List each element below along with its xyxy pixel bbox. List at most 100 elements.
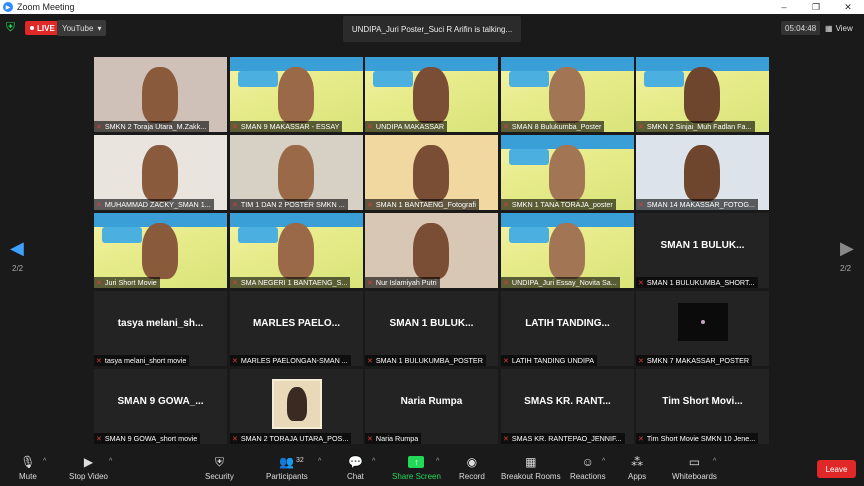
participant-name: SMKN 2 Sinjai_Muh Fadlan Fa... [646, 122, 752, 131]
participant-tile[interactable]: ✕ SMKN 2 Sinjai_Muh Fadlan Fa... [636, 57, 769, 132]
whiteboards-button[interactable]: ▭ Whiteboards [672, 454, 717, 481]
participant-figure [142, 145, 178, 201]
close-button[interactable]: ✕ [832, 0, 864, 14]
minimize-button[interactable]: – [768, 0, 800, 14]
mic-muted-icon: ✕ [96, 123, 102, 131]
participant-tile[interactable]: SMAS KR. RANT... ✕ SMAS KR. RANTEPAO_JENNI… [501, 369, 634, 444]
participant-tile[interactable]: ✕ TIM 1 DAN 2 POSTER SMKN ... [230, 135, 363, 210]
participant-tile[interactable]: SMAN 1 BULUK... ✕ SMAN 1 BULUKUMBA_POSTER [365, 291, 498, 366]
apps-button[interactable]: ⁂ Apps [628, 454, 646, 481]
whiteboards-options-caret-icon[interactable]: ^ [713, 458, 716, 465]
previous-page-arrow-icon[interactable]: ◀ [10, 238, 24, 259]
record-icon: ◉ [466, 455, 478, 469]
maximize-button[interactable]: ❐ [800, 0, 832, 14]
participant-tile[interactable]: ✕ SMKN 2 Toraja Utara_M.Zakk... [94, 57, 227, 132]
share-options-caret-icon[interactable]: ^ [436, 458, 439, 465]
participant-name: SMAN 1 BULUKUMBA_SHORT... [646, 278, 755, 287]
window-controls: – ❐ ✕ [768, 0, 864, 14]
reactions-options-caret-icon[interactable]: ^ [602, 458, 605, 465]
participant-label: ✕ SMKN 7 MAKASSAR_POSTER [636, 355, 753, 366]
participant-tile[interactable]: ✕ Nur Islamiyah Putri [365, 213, 498, 288]
participant-tile[interactable]: ✕ UNDIPA_Juri Essay_Novita Sa... [501, 213, 634, 288]
participant-label: ✕ SMAN 9 GOWA_short movie [94, 433, 201, 444]
participant-tile[interactable]: ✕ MUHAMMAD ZACKY_SMAN 1... [94, 135, 227, 210]
participant-name: Nur Islamiyah Putri [375, 278, 437, 287]
window-titlebar: ▶ Zoom Meeting – ❐ ✕ [0, 0, 864, 14]
participant-tile[interactable]: ✕ SMA NEGERI 1 BANTAENG_S... [230, 213, 363, 288]
participant-name: UNDIPA MAKASSAR [375, 122, 445, 131]
active-speaker-text: UNDIPA_Juri Poster_Suci R Arifin is talk… [351, 24, 513, 34]
participant-figure [278, 145, 314, 201]
chat-button[interactable]: 💬 Chat [347, 454, 364, 481]
participant-tile[interactable]: ✕ UNDIPA MAKASSAR [365, 57, 498, 132]
participant-name: SMAN 9 MAKASSAR - ESSAY [240, 122, 340, 131]
video-options-caret-icon[interactable]: ^ [109, 458, 112, 465]
participant-tile[interactable]: ✕ SMKN 1 TANA TORAJA_poster [501, 135, 634, 210]
record-button[interactable]: ◉ Record [459, 454, 485, 481]
mic-muted-icon: ✕ [96, 357, 102, 365]
participant-tile[interactable]: SMAN 9 GOWA_... ✕ SMAN 9 GOWA_short movie [94, 369, 227, 444]
participant-label: ✕ SMKN 2 Toraja Utara_M.Zakk... [94, 121, 210, 132]
mic-muted-icon: ✕ [503, 201, 509, 209]
meeting-topbar: ⛨ LIVE YouTube ▾ UNDIPA_Juri Poster_Suci… [0, 14, 864, 42]
participant-label: ✕ SMAN 2 TORAJA UTARA_POS... [230, 433, 352, 444]
participant-label: ✕ LATIH TANDING UNDIPA [501, 355, 598, 366]
microphone-icon: 🎙 [20, 455, 36, 469]
live-badge[interactable]: LIVE [25, 21, 60, 35]
smiley-plus-icon: ☺ [581, 455, 594, 469]
participant-tile[interactable]: ✕ SMAN 2 TORAJA UTARA_POS... [230, 369, 363, 444]
stop-video-button[interactable]: ▶ Stop Video [69, 454, 108, 481]
leave-button[interactable]: Leave [817, 460, 856, 478]
chat-options-caret-icon[interactable]: ^ [372, 458, 375, 465]
participant-label: ✕ SMKN 1 TANA TORAJA_poster [501, 199, 616, 210]
stream-target-dropdown[interactable]: YouTube ▾ [57, 20, 107, 36]
security-button[interactable]: ⛨ Security [205, 454, 234, 482]
participant-tile[interactable]: SMAN 1 BULUK... ✕ SMAN 1 BULUKUMBA_SHORT..… [636, 213, 769, 288]
mic-muted-icon: ✕ [96, 435, 102, 443]
breakout-rooms-button[interactable]: ▦ Breakout Rooms [501, 454, 561, 481]
participant-figure [278, 67, 314, 123]
record-label: Record [459, 472, 485, 481]
participant-tile[interactable]: ✕ SMAN 8 Bulukumba_Poster [501, 57, 634, 132]
participant-tile[interactable]: ✕ SMAN 1 BANTAENG_Fotografi [365, 135, 498, 210]
active-speaker-banner: UNDIPA_Juri Poster_Suci R Arifin is talk… [343, 16, 521, 42]
participant-tile[interactable]: MARLES PAELO... ✕ MARLES PAELONGAN-SMAN ..… [230, 291, 363, 366]
participant-figure [413, 223, 449, 279]
mic-muted-icon: ✕ [367, 435, 373, 443]
participant-name-placeholder: MARLES PAELO... [252, 317, 341, 329]
audio-options-caret-icon[interactable]: ^ [43, 458, 46, 465]
participant-tile[interactable]: tasya melani_sh... ✕ tasya melani_short mo… [94, 291, 227, 366]
participant-name: tasya melani_short movie [104, 356, 187, 365]
participant-tile[interactable]: Tim Short Movi... ✕ Tim Short Movie SMKN 1… [636, 369, 769, 444]
participant-label: ✕ Juri Short Movie [94, 277, 160, 288]
share-screen-label: Share Screen [392, 472, 441, 481]
participant-tile[interactable]: LATIH TANDING... ✕ LATIH TANDING UNDIPA [501, 291, 634, 366]
view-button[interactable]: ▦ View [825, 21, 853, 35]
participant-figure [142, 67, 178, 123]
participant-tile[interactable]: ✕ SMKN 7 MAKASSAR_POSTER [636, 291, 769, 366]
meeting-toolbar: 🎙 Mute ^ ▶ Stop Video ^ ⛨ Security 👥 Par… [0, 450, 864, 486]
mic-muted-icon: ✕ [638, 123, 644, 131]
participant-tile[interactable]: ✕ SMAN 9 MAKASSAR - ESSAY [230, 57, 363, 132]
participant-name-placeholder: Tim Short Movi... [662, 395, 743, 407]
breakout-rooms-icon: ▦ [525, 455, 537, 469]
participant-label: ✕ TIM 1 DAN 2 POSTER SMKN ... [230, 199, 348, 210]
participant-label: ✕ SMAN 1 BULUKUMBA_POSTER [365, 355, 486, 366]
participant-label: ✕ Nur Islamiyah Putri [365, 277, 440, 288]
next-page-arrow-icon[interactable]: ▶ [840, 238, 854, 259]
share-screen-button[interactable]: ↑ Share Screen [392, 454, 441, 481]
share-screen-icon: ↑ [408, 456, 425, 468]
participant-figure [278, 223, 314, 279]
participant-tile[interactable]: ✕ SMAN 14 MAKASSAR_FOTOG... [636, 135, 769, 210]
encryption-shield-icon[interactable]: ⛨ [6, 21, 18, 34]
gallery-grid: ✕ SMKN 2 Toraja Utara_M.Zakk... ✕ SMAN 9 MA… [94, 57, 770, 444]
participant-name: TIM 1 DAN 2 POSTER SMKN ... [240, 200, 345, 209]
participant-tile[interactable]: ✕ Juri Short Movie [94, 213, 227, 288]
participants-options-caret-icon[interactable]: ^ [318, 458, 321, 465]
participant-tile[interactable]: Naria Rumpa ✕ Naria Rumpa [365, 369, 498, 444]
mute-button[interactable]: 🎙 Mute [19, 454, 37, 481]
poster-logo [238, 227, 278, 243]
reactions-button[interactable]: ☺ Reactions [570, 454, 606, 481]
participant-name: Tim Short Movie SMKN 10 Jene... [646, 434, 756, 443]
poster-logo [509, 149, 549, 165]
